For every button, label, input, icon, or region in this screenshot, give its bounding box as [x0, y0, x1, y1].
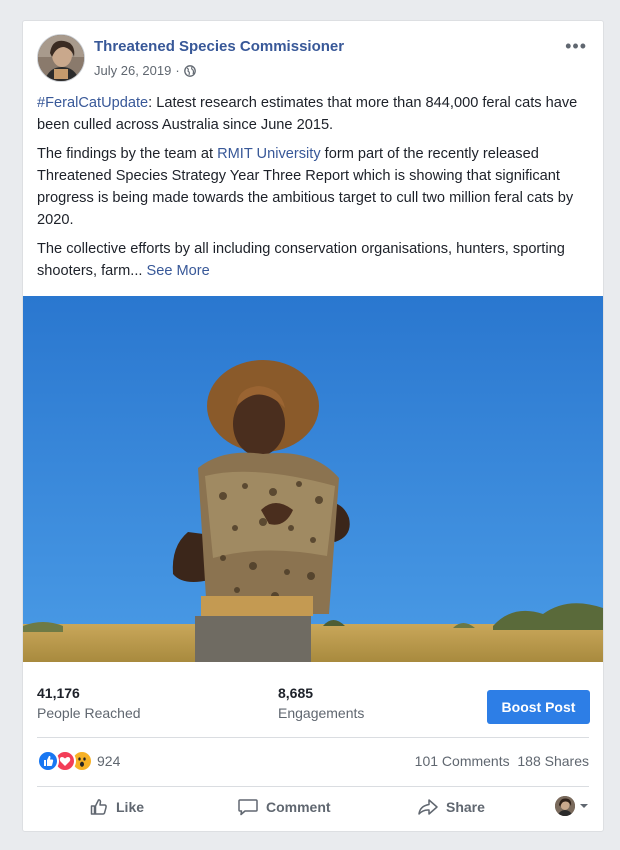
engagements-stat[interactable]: 8,685 Engagements	[278, 685, 364, 721]
post-photo[interactable]	[23, 296, 603, 662]
post-card: Threatened Species Commissioner July 26,…	[22, 20, 604, 832]
engagements-label: Engagements	[278, 705, 365, 721]
paragraph-3-text: The collective efforts by all including …	[37, 241, 565, 279]
post-insights: 41,176 People Reached 8,685 Engagements …	[23, 673, 603, 737]
like-label: Like	[116, 799, 145, 815]
comments-shares: 101 Comments 188 Shares	[415, 753, 589, 769]
reactions-row: 924 101 Comments 188 Shares	[37, 748, 589, 774]
people-reached-label: People Reached	[37, 705, 141, 721]
post-date[interactable]: July 26, 2019	[94, 63, 171, 78]
post-paragraph-3: The collective efforts by all including …	[37, 238, 593, 282]
audience-selector[interactable]	[555, 796, 589, 816]
paragraph-2-before: The findings by the team at	[37, 146, 218, 162]
share-label: Share	[446, 799, 485, 815]
caret-down-icon	[579, 797, 589, 815]
post-paragraph-1: #FeralCatUpdate: Latest research estimat…	[37, 92, 593, 136]
globe-icon	[183, 64, 196, 77]
post-meta: July 26, 2019 ·	[94, 63, 196, 78]
user-avatar	[555, 796, 575, 816]
comment-button[interactable]: Comment	[237, 793, 331, 821]
like-reaction-icon	[37, 750, 59, 772]
share-arrow-icon	[417, 797, 439, 817]
meta-separator: ·	[175, 63, 180, 78]
post-actions: Like Comment Share	[37, 793, 589, 823]
reaction-icons[interactable]	[37, 750, 93, 772]
thumbs-up-icon	[89, 797, 109, 817]
more-options-icon[interactable]: •••	[565, 37, 587, 55]
page-avatar[interactable]	[37, 34, 85, 82]
divider	[37, 737, 589, 738]
shares-count-link[interactable]: 188 Shares	[517, 753, 589, 769]
page-name[interactable]: Threatened Species Commissioner	[94, 38, 344, 55]
see-more-link[interactable]: See More	[147, 263, 210, 279]
comments-count-link[interactable]: 101 Comments	[415, 753, 510, 769]
hashtag-link[interactable]: #FeralCatUpdate	[37, 95, 148, 111]
comment-icon	[237, 797, 259, 817]
share-button[interactable]: Share	[417, 793, 485, 821]
reaction-count[interactable]: 924	[97, 753, 120, 769]
people-reached-stat[interactable]: 41,176 People Reached	[37, 685, 141, 721]
boost-post-button[interactable]: Boost Post	[487, 690, 590, 724]
rmit-link[interactable]: RMIT University	[217, 146, 321, 162]
like-button[interactable]: Like	[89, 793, 144, 821]
comment-label: Comment	[266, 799, 331, 815]
people-reached-value: 41,176	[37, 685, 80, 701]
engagements-value: 8,685	[278, 685, 314, 701]
divider	[37, 786, 589, 787]
post-text: #FeralCatUpdate: Latest research estimat…	[37, 92, 593, 289]
post-paragraph-2: The findings by the team at RMIT Univers…	[37, 143, 593, 231]
post-header: Threatened Species Commissioner July 26,…	[37, 34, 587, 86]
